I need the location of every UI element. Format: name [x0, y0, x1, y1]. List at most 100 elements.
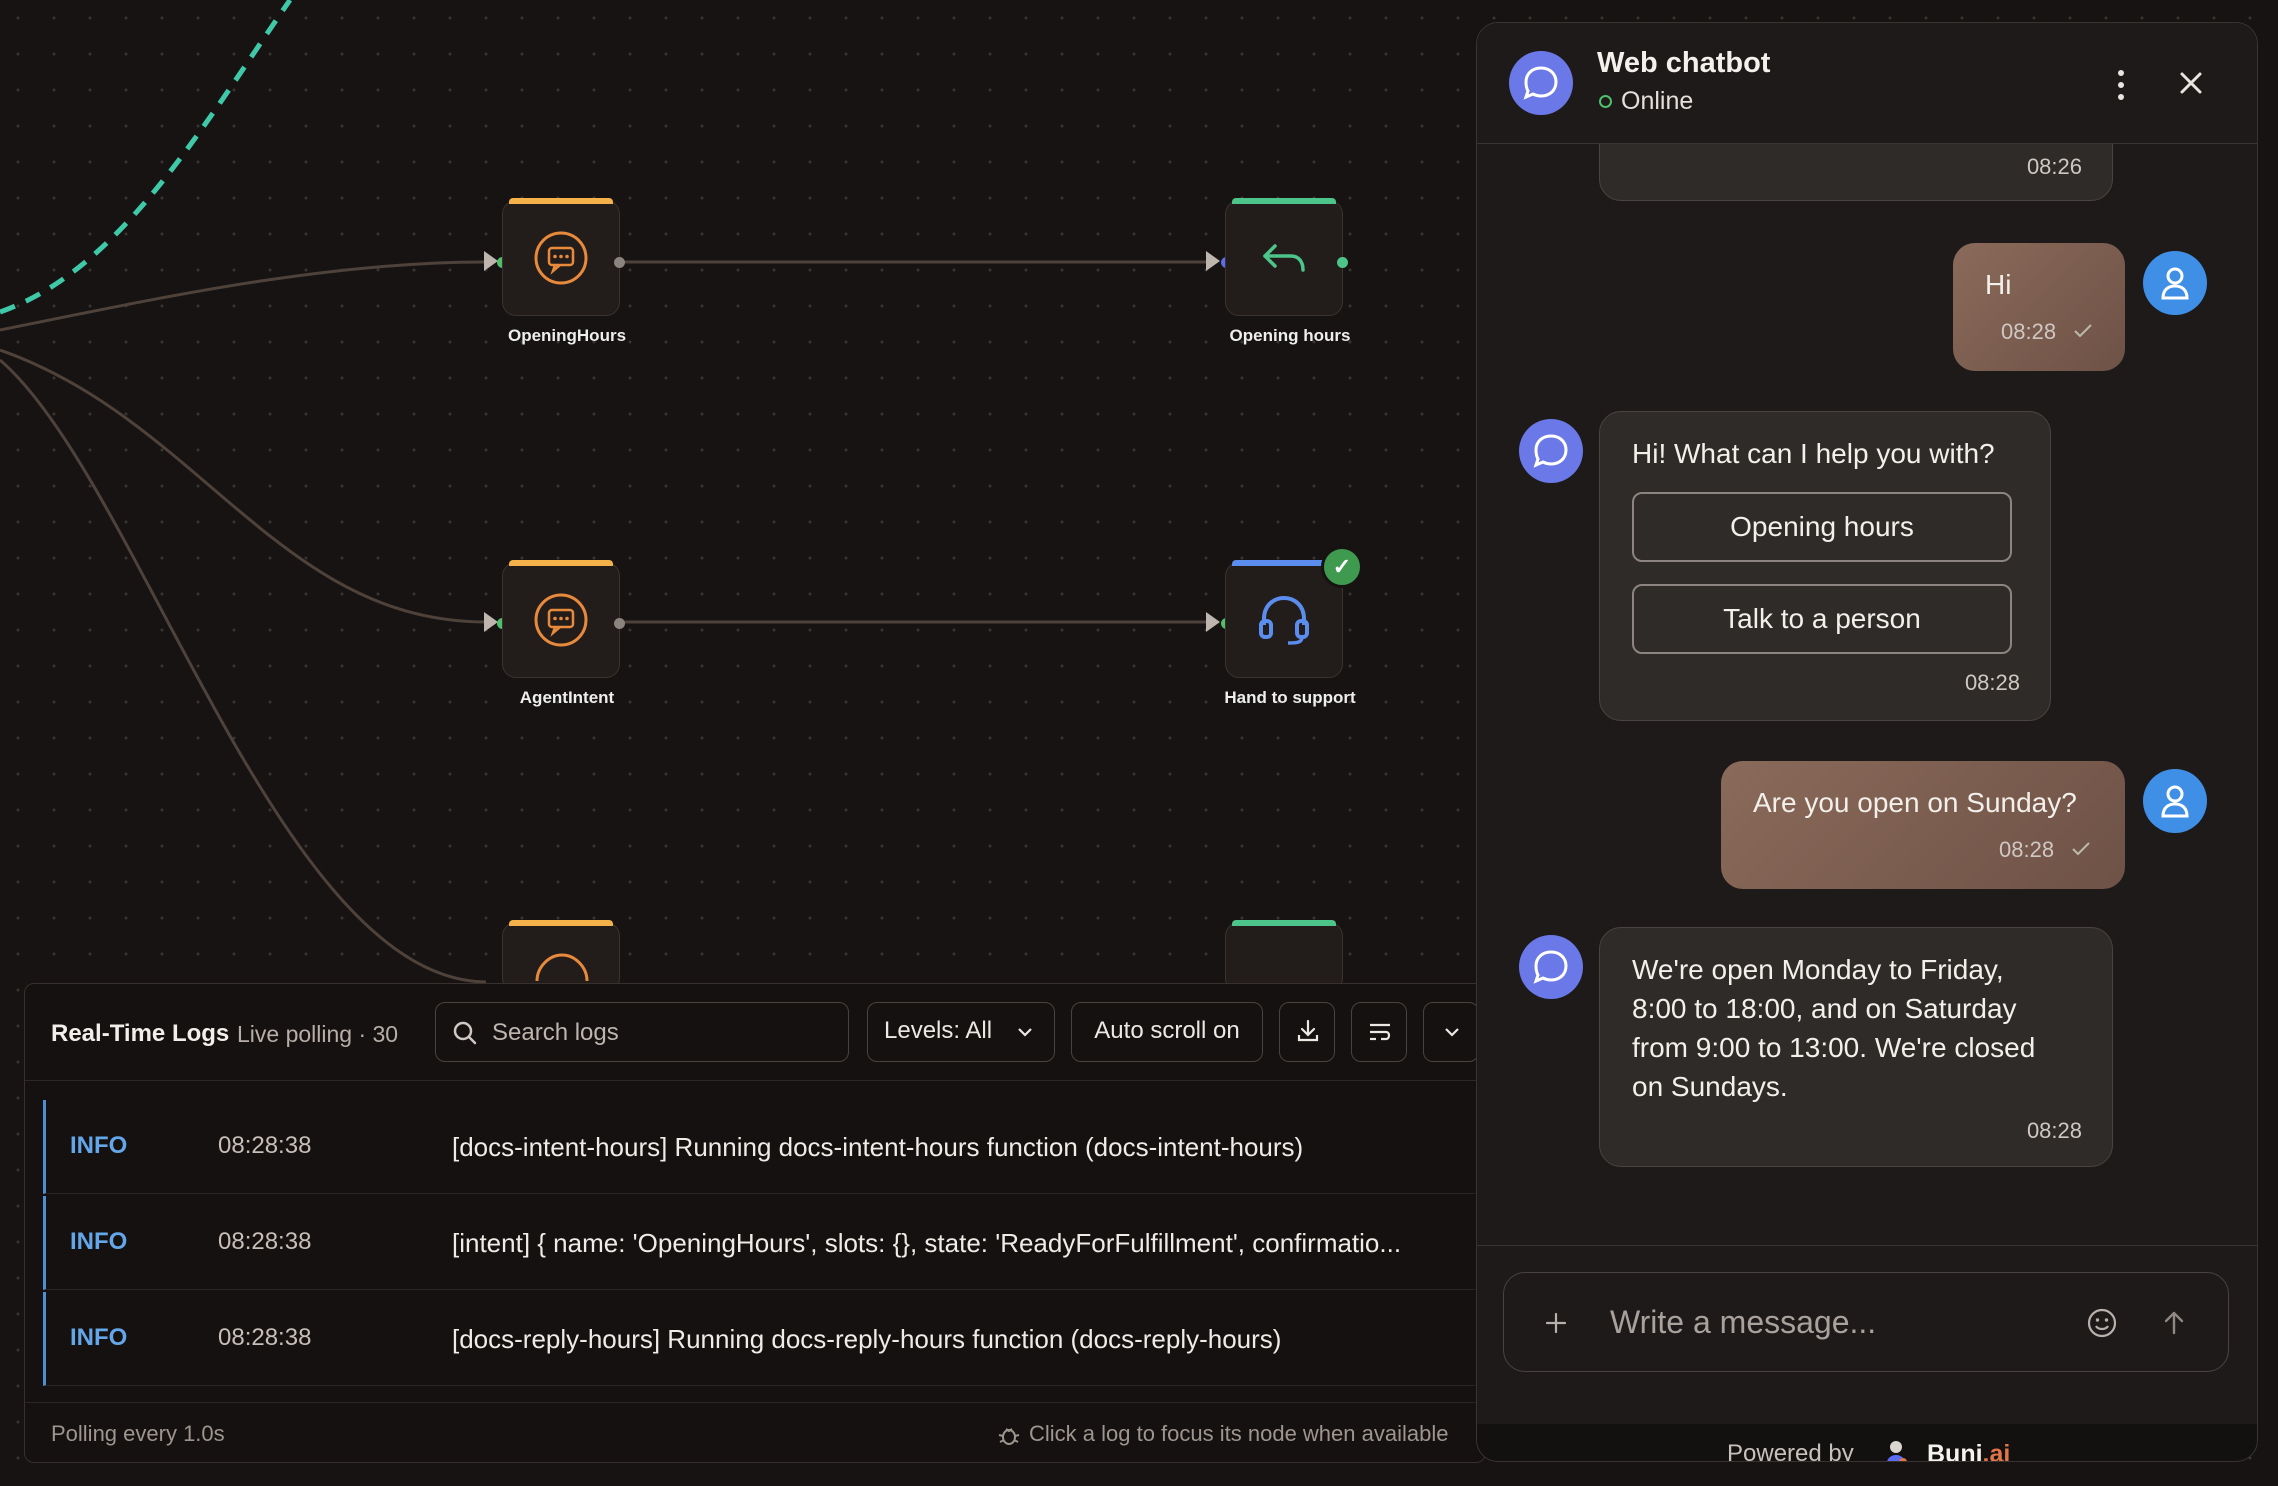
log-search-box[interactable] [435, 1002, 849, 1062]
brand-name: Buni.ai [1927, 1440, 2011, 1462]
sent-check-icon [2072, 842, 2090, 856]
message-time: 08:28 [2001, 319, 2057, 344]
logs-footer: Polling every 1.0s Click a log to focus … [25, 1402, 1485, 1462]
log-time: 08:28:38 [218, 1132, 312, 1159]
log-row[interactable]: INFO 08:28:38 [docs-reply-hours] Running… [43, 1292, 1485, 1386]
reply-arrow-icon [1263, 244, 1305, 272]
message-composer[interactable] [1503, 1272, 2229, 1372]
composer-area: Powered by Buni.ai [1477, 1245, 2257, 1462]
node-label: AgentIntent [519, 688, 615, 707]
message-time: 08:28 [1964, 670, 2020, 695]
user-avatar [2143, 251, 2207, 315]
log-message: [docs-intent-hours] Running docs-intent-… [452, 1132, 1304, 1162]
output-port[interactable] [1337, 257, 1348, 268]
chat-bubble-icon [1523, 66, 1558, 100]
brand-suffix: .ai [1982, 1440, 2011, 1462]
node-accent [509, 920, 613, 926]
log-time: 08:28:38 [218, 1228, 312, 1255]
bot-message-answer: We're open Monday to Friday, 8:00 to 18:… [1599, 927, 2113, 1167]
chevron-down-icon [1445, 1028, 1459, 1037]
user-message: Are you open on Sunday? 08:28 [1721, 761, 2125, 889]
download-logs-button[interactable] [1279, 1002, 1335, 1062]
send-arrow-icon[interactable] [2160, 1309, 2188, 1337]
node-agent-intent[interactable] [502, 560, 620, 678]
edge-to-openinghours [0, 260, 487, 332]
input-arrow [484, 251, 498, 271]
output-port[interactable] [614, 618, 625, 629]
chat-bubble-icon [534, 231, 588, 285]
brand-logo-icon [1887, 1441, 1907, 1461]
logs-polling-status: Live polling · 30 [237, 1021, 399, 1047]
plus-icon[interactable] [1544, 1311, 1568, 1335]
message-text: We're open Monday to Friday, [1632, 954, 2004, 985]
flow-edges [0, 0, 1210, 983]
user-icon [2161, 267, 2189, 300]
message-input[interactable] [1608, 1299, 2072, 1345]
node-label: OpeningHours [507, 326, 627, 345]
node-opening-hours-reply[interactable] [1225, 198, 1343, 316]
bot-message-greeting: Hi! What can I help you with? Opening ho… [1599, 411, 2051, 721]
quick-reply-opening-hours[interactable]: Opening hours [1632, 492, 2012, 562]
levels-label: Levels: All [884, 1017, 993, 1044]
brand-main: Buni [1927, 1440, 1983, 1462]
message-text: from 9:00 to 13:00. We're closed [1632, 1032, 2036, 1063]
success-check-icon: ✓ [1321, 546, 1363, 588]
quick-reply-talk-to-person[interactable]: Talk to a person [1632, 584, 2012, 654]
message-text: Hi! What can I help you with? [1632, 438, 1995, 469]
powered-by-bar: Powered by Buni.ai [1477, 1424, 2257, 1462]
online-status-dot [1599, 95, 1612, 108]
logs-panel: Real-Time Logs Live polling · 30 Levels:… [24, 983, 1486, 1463]
log-search-input[interactable] [490, 1015, 834, 1051]
node-opening-hours-intent[interactable] [502, 198, 620, 316]
online-status: Online [1621, 87, 1694, 115]
powered-by-text: Powered by [1727, 1440, 1854, 1462]
log-level: INFO [70, 1132, 128, 1159]
levels-dropdown[interactable]: Levels: All [867, 1002, 1055, 1062]
node-partial-intent[interactable] [502, 920, 620, 992]
message-time: 08:28 [2026, 1118, 2082, 1143]
message-time: 08:28 [1999, 837, 2055, 862]
node-accent [509, 560, 613, 566]
close-icon[interactable] [2177, 69, 2205, 97]
edge-to-third-intent [0, 358, 487, 983]
node-accent [509, 198, 613, 204]
user-avatar [2143, 769, 2207, 833]
node-partial-reply[interactable] [1225, 920, 1343, 992]
log-row[interactable]: INFO 08:28:38 [docs-intent-hours] Runnin… [43, 1100, 1485, 1194]
message-time: 08:26 [2026, 154, 2082, 179]
output-port[interactable] [614, 257, 625, 268]
node-label: Hand to support [1224, 688, 1356, 707]
input-arrow [484, 612, 498, 632]
active-edge-dashed [0, 0, 293, 315]
download-icon [1297, 1019, 1319, 1042]
logs-toolbar: Real-Time Logs Live polling · 30 Levels:… [25, 984, 1485, 1081]
search-icon [453, 1021, 477, 1045]
log-level: INFO [70, 1324, 128, 1351]
bot-avatar [1519, 935, 1583, 999]
auto-scroll-toggle[interactable]: Auto scroll on [1071, 1002, 1263, 1062]
input-arrow [1206, 251, 1220, 271]
logs-title: Real-Time Logs [51, 1020, 230, 1047]
edge-to-agentintent [0, 348, 487, 624]
chat-widget: Web chatbot Online 08:26 Hi 08:28 Hi! Wh… [1476, 22, 2258, 1462]
node-accent [1232, 920, 1336, 926]
chat-bubble-icon [1533, 434, 1568, 468]
message-text: Are you open on Sunday? [1753, 787, 2077, 818]
chat-bubble-icon [1533, 950, 1568, 984]
sent-check-icon [2074, 324, 2092, 338]
node-accent [1232, 198, 1336, 204]
more-vertical-icon[interactable] [2113, 65, 2129, 105]
headset-icon [1259, 595, 1309, 645]
chat-header: Web chatbot Online [1477, 23, 2257, 144]
bot-avatar [1519, 419, 1583, 483]
emoji-icon[interactable] [2086, 1307, 2118, 1339]
collapse-logs-button[interactable] [1423, 1002, 1479, 1062]
message-text: 8:00 to 18:00, and on Saturday [1632, 993, 2017, 1024]
chevron-down-icon [1018, 1028, 1032, 1037]
message-text: on Sundays. [1632, 1071, 1788, 1102]
bug-icon [998, 1428, 1020, 1445]
bot-avatar [1509, 51, 1573, 115]
log-row[interactable]: INFO 08:28:38 [intent] { name: 'OpeningH… [43, 1196, 1485, 1290]
wrap-lines-button[interactable] [1351, 1002, 1407, 1062]
user-icon [2161, 785, 2189, 818]
